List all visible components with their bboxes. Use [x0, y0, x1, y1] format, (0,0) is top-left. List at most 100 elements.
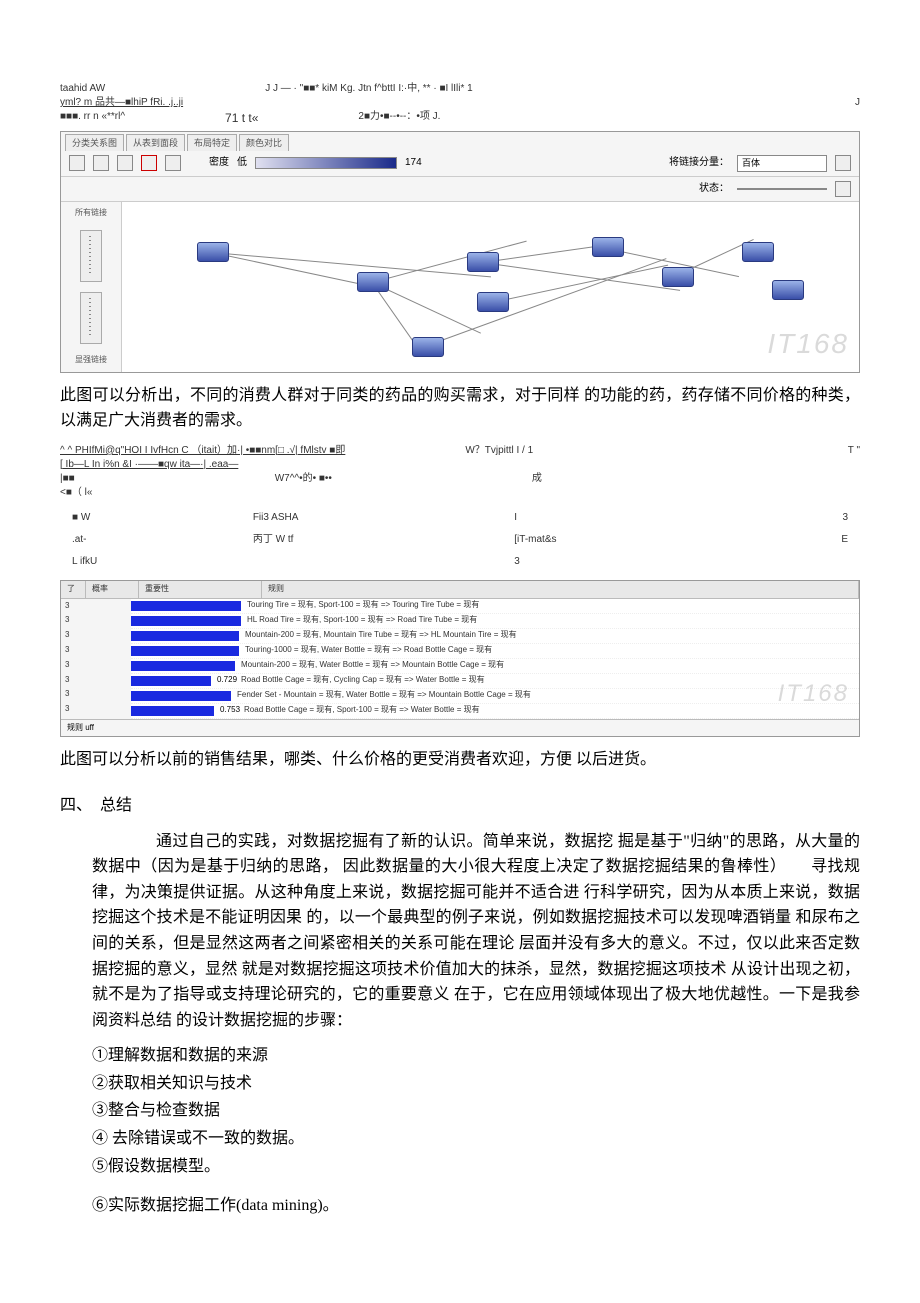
rule-row: Fender Set - Mountain = 现有, Water Bottle…: [131, 689, 859, 704]
graph-node[interactable]: [742, 242, 774, 262]
bar-value-label: 0.753: [220, 704, 240, 717]
prob-val: 3: [61, 643, 131, 658]
cell: E: [752, 530, 858, 550]
gm-r3a: |■■: [60, 472, 75, 486]
rule-row: Touring Tire = 现有, Sport-100 = 现有 => Tou…: [131, 599, 859, 614]
importance-bar: [131, 646, 239, 656]
edge: [212, 252, 491, 277]
expand-icon[interactable]: [141, 155, 157, 171]
fit-icon[interactable]: [117, 155, 133, 171]
g-r3a: ■■■. rr n «**rl^: [60, 110, 125, 127]
rules-panel: 了 概率 重要性 规则 3 3 3 3 3 3 3 3 Touring Tire…: [60, 580, 860, 738]
network-canvas[interactable]: IT168: [122, 202, 859, 372]
rules-body: 3 3 3 3 3 3 3 3 Touring Tire = 现有, Sport…: [61, 599, 859, 719]
rules-header: 了 概率 重要性 规则: [61, 581, 859, 599]
dd1-label: 将链接分量：: [669, 155, 729, 171]
importance-bar: [131, 601, 241, 611]
gm-r4: <■（ l«: [60, 486, 860, 500]
dropdown-chevron-icon[interactable]: [835, 181, 851, 197]
graph-node[interactable]: [357, 272, 389, 292]
cell: .at-: [62, 530, 241, 550]
cell: [752, 552, 858, 572]
garbled-mid: ^ ^ PHIfMi@q"HOI I IvfHcn C （itait）加·| •…: [60, 444, 860, 500]
gm-r2a: [ Ib—L In i%n &I ·——■qw ita—·| .eaa—: [60, 458, 860, 472]
find-icon[interactable]: [165, 155, 181, 171]
tab-1[interactable]: 分类关系图: [65, 134, 124, 151]
edge: [482, 262, 680, 291]
rule-text: Mountain-200 = 现有, Water Bottle = 现有 => …: [241, 659, 504, 672]
importance-bar: [131, 676, 211, 686]
gradient-max: 174: [405, 155, 422, 171]
paragraph-3: 通过自己的实践，对数据挖掘有了新的认识。简单来说，数据挖 掘是基于"归纳"的思路…: [92, 829, 860, 1034]
graph-node[interactable]: [477, 292, 509, 312]
step-6: ⑥实际数据挖掘工作(data mining)。: [92, 1193, 860, 1219]
graph-node[interactable]: [772, 280, 804, 300]
panel-left-controls: 所有链接 显强链接: [61, 202, 122, 372]
importance-bar: [131, 631, 239, 641]
cell: I: [504, 508, 750, 528]
edge: [212, 252, 369, 286]
graph-node[interactable]: [197, 242, 229, 262]
gm-r1a: ^ ^ PHIfMi@q"HOI I IvfHcn C （itait）加·| •…: [60, 444, 345, 458]
rule-row: 0.729Road Bottle Cage = 现有, Cycling Cap …: [131, 674, 859, 689]
rule-row: Touring-1000 = 现有, Water Bottle = 现有 => …: [131, 644, 859, 659]
dropdown-chevron-icon[interactable]: [835, 155, 851, 171]
paragraph-2: 此图可以分析以前的销售结果，哪类、什么价格的更受消费者欢迎，方便 以后进货。: [60, 747, 860, 773]
dd2-label: 状态：: [699, 181, 729, 197]
zoom-in-icon[interactable]: [69, 155, 85, 171]
link-slider-1[interactable]: [80, 230, 102, 282]
watermark: IT168: [778, 675, 849, 713]
panel-toolbar: 密度 低 174 将链接分量： 百体: [61, 151, 859, 176]
tab-3[interactable]: 布局特定: [187, 134, 237, 151]
step-3: ③整合与检查数据: [92, 1098, 860, 1124]
panel-toolbar-2: 状态：: [61, 177, 859, 202]
garbled-top: taahid AW J J — · "■■* kiM Kg. Jtn f^btt…: [60, 82, 860, 127]
graph-node[interactable]: [592, 237, 624, 257]
col-flag[interactable]: 了: [61, 581, 86, 598]
table-row: L ifkU 3: [62, 552, 858, 572]
prob-val: 3: [61, 599, 131, 614]
paragraph-1: 此图可以分析出，不同的消费人群对于同类的药品的购买需求，对于同样 的功能的药，药…: [60, 383, 860, 434]
g-r1b: J J — · "■■* kiM Kg. Jtn f^bttI I:·中, **…: [265, 82, 473, 96]
importance-bar: [131, 616, 241, 626]
graph-node[interactable]: [412, 337, 444, 357]
rule-text: Mountain-200 = 现有, Mountain Tire Tube = …: [245, 629, 517, 642]
prob-val: 3: [61, 613, 131, 628]
g-r3b: 71 t t«: [225, 110, 258, 127]
rule-text: Road Bottle Cage = 现有, Cycling Cap = 现有 …: [241, 674, 485, 687]
link-slider-2[interactable]: [80, 292, 102, 344]
importance-bar: [131, 661, 235, 671]
tab-4[interactable]: 颜色对比: [239, 134, 289, 151]
cell: 3: [504, 552, 750, 572]
graph-node[interactable]: [662, 267, 694, 287]
cell: [iT-mat&s: [504, 530, 750, 550]
zoom-out-icon[interactable]: [93, 155, 109, 171]
col-importance[interactable]: 重要性: [139, 581, 262, 598]
table-row: .at- 丙丁 W tf [iT-mat&s E: [62, 530, 858, 550]
prob-val: 3: [61, 702, 131, 717]
network-panel: 分类关系图 从表到面段 布局特定 颜色对比 密度 低 174 将链接分量： 百体…: [60, 131, 860, 373]
step-2: ②获取相关知识与技术: [92, 1071, 860, 1097]
g-r3c: 2■力•■--•--：•项 J.: [358, 110, 440, 127]
rule-text: Touring Tire = 现有, Sport-100 = 现有 => Tou…: [247, 599, 479, 612]
col-rule[interactable]: 规则: [262, 581, 859, 598]
col-prob[interactable]: 概率: [86, 581, 139, 598]
rules-prob-col: 3 3 3 3 3 3 3 3: [61, 599, 131, 719]
graph-node[interactable]: [467, 252, 499, 272]
left-label-2: 显强链接: [75, 354, 107, 367]
g-r1a: taahid AW: [60, 82, 105, 96]
prob-val: 3: [61, 673, 131, 688]
rule-row: HL Road Tire = 现有, Sport-100 = 现有 => Roa…: [131, 614, 859, 629]
link-quantity-select[interactable]: 百体: [737, 155, 827, 171]
gradient-min: 低: [237, 155, 247, 171]
cell: 丙丁 W tf: [243, 530, 502, 550]
cell: Fii3 ASHA: [243, 508, 502, 528]
gradient-bar: [255, 157, 397, 169]
rule-text: HL Road Tire = 现有, Sport-100 = 现有 => Roa…: [247, 614, 477, 627]
rules-footer: 规则 uff: [61, 719, 859, 737]
status-select[interactable]: [737, 188, 827, 190]
rule-row: Mountain-200 = 现有, Water Bottle = 现有 => …: [131, 659, 859, 674]
tab-2[interactable]: 从表到面段: [126, 134, 185, 151]
cell: [243, 552, 502, 572]
section-4-title: 四、 总结: [60, 793, 860, 819]
